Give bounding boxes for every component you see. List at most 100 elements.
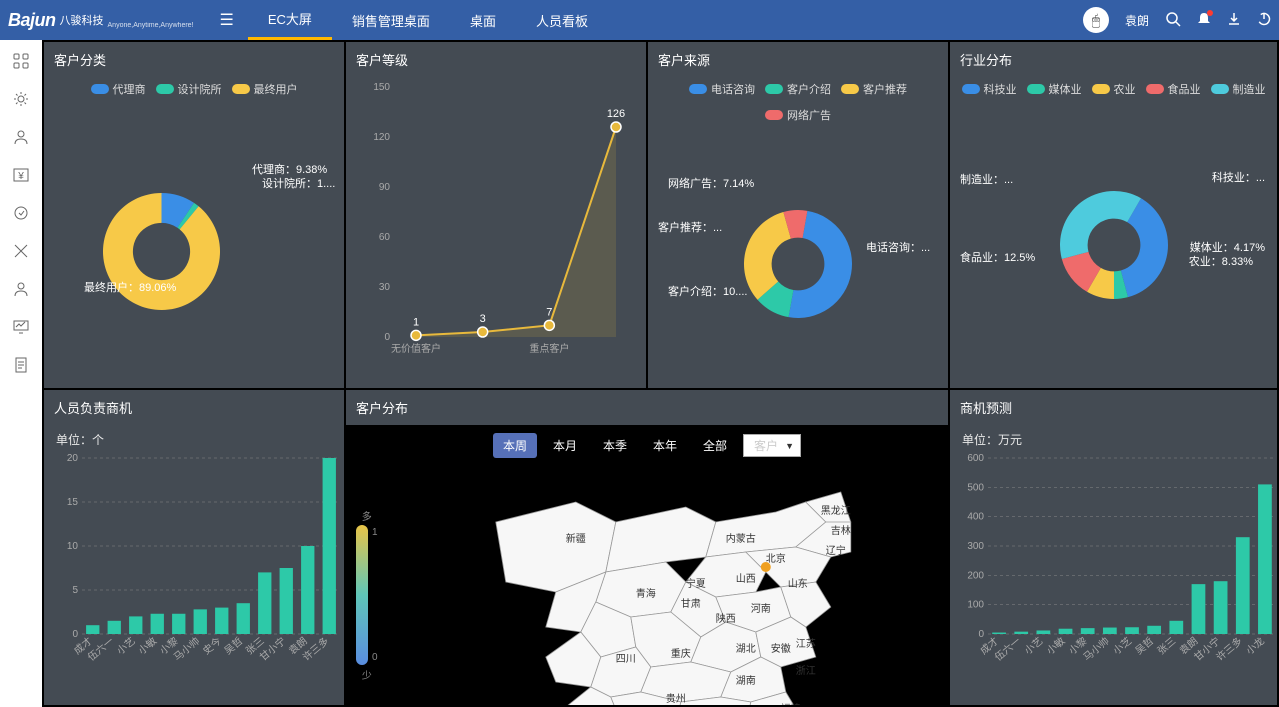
app-header: Bajun 八骏科技 Anyone,Anytime,Anywhere! ☰ EC… <box>0 0 1279 40</box>
map-body: 多 1 0 少 <box>346 462 948 705</box>
legend-item[interactable]: 设计院所 <box>156 81 222 97</box>
person2-icon[interactable] <box>12 280 30 298</box>
filter-quarter[interactable]: 本季 <box>593 433 637 458</box>
svg-text:浙江: 浙江 <box>796 665 816 677</box>
panel-forecast: 商机预测 单位：万元 0100200300400500600成才伍六一小艺小敏小… <box>950 390 1277 705</box>
svg-text:15: 15 <box>67 497 79 508</box>
panel-title: 客户分类 <box>44 42 344 77</box>
svg-text:126: 126 <box>607 108 625 120</box>
tab-desktop[interactable]: 桌面 <box>450 0 516 40</box>
svg-text:500: 500 <box>967 482 984 493</box>
slice-label: 客户介绍：10.... <box>668 283 747 299</box>
power-icon[interactable] <box>1257 12 1271 29</box>
legend-item[interactable]: 制造业 <box>1211 81 1266 97</box>
map-filters: 本周 本月 本季 本年 全部 客户 <box>346 425 948 462</box>
legend-item[interactable]: 农业 <box>1092 81 1136 97</box>
svg-text:小敏: 小敏 <box>1044 634 1068 657</box>
legend-item[interactable]: 电话咨询 <box>689 81 755 97</box>
svg-text:小芝: 小芝 <box>1110 634 1134 657</box>
nav-tabs: EC大屏 销售管理桌面 桌面 人员看板 <box>248 0 608 40</box>
panel-title: 人员负责商机 <box>44 390 344 425</box>
slice-label: 电话咨询：... <box>866 239 930 255</box>
svg-text:山西: 山西 <box>736 573 756 585</box>
gear-icon[interactable] <box>12 90 30 108</box>
svg-text:吴哲: 吴哲 <box>222 635 245 657</box>
bell-icon[interactable] <box>1197 12 1211 29</box>
gradient-legend: 多 1 0 少 <box>356 506 378 684</box>
svg-text:宁夏: 宁夏 <box>686 577 706 590</box>
legend-item[interactable]: 最终用户 <box>232 81 298 97</box>
unit-label: 单位：个 <box>44 425 344 454</box>
svg-text:120: 120 <box>373 132 390 143</box>
map-type-select[interactable]: 客户 <box>743 434 801 457</box>
person-icon[interactable] <box>12 128 30 146</box>
legend-item[interactable]: 食品业 <box>1146 81 1201 97</box>
svg-text:90: 90 <box>379 182 391 193</box>
panel-title: 行业分布 <box>950 42 1277 77</box>
filter-month[interactable]: 本月 <box>543 433 587 458</box>
panel-title: 商机预测 <box>950 390 1277 425</box>
tools-icon[interactable] <box>12 242 30 260</box>
slice-label: 最终用户：89.06% <box>84 279 176 295</box>
legend-item[interactable]: 代理商 <box>91 81 146 97</box>
svg-text:300: 300 <box>967 541 984 552</box>
panel-title: 客户来源 <box>648 42 948 77</box>
legend-item[interactable]: 网络广告 <box>765 107 831 123</box>
logo-main: Bajun <box>8 10 56 31</box>
svg-text:400: 400 <box>967 512 984 523</box>
bar-chart: 05101520成才伍六一小艺小敏小黎马小帅史今吴哲张三甘小宁袁朗许三多 <box>44 454 344 705</box>
monitor-icon[interactable] <box>12 318 30 336</box>
download-icon[interactable] <box>1227 12 1241 29</box>
filter-week[interactable]: 本周 <box>493 433 537 458</box>
bar-chart: 0100200300400500600成才伍六一小艺小敏小黎马小帅小芝吴哲张三袁… <box>950 454 1277 705</box>
line-chart: 0306090120150137126无价值客户重点客户 <box>346 77 646 388</box>
svg-text:甘肃: 甘肃 <box>681 597 701 610</box>
svg-text:张三: 张三 <box>1155 635 1178 657</box>
donut-chart: 网络广告：7.14% 电话咨询：... 客户推荐：... 客户介绍：10.... <box>648 127 948 388</box>
target-icon[interactable] <box>12 204 30 222</box>
svg-text:无价值客户: 无价值客户 <box>391 342 441 355</box>
china-map[interactable]: 新疆 内蒙古 黑龙江 吉林 辽宁 北京 山西 山东 河南 青海 宁夏 甘肃 陕西… <box>436 462 876 705</box>
svg-text:北京: 北京 <box>766 552 786 565</box>
svg-text:小艺: 小艺 <box>115 635 138 657</box>
svg-text:四川: 四川 <box>616 654 636 665</box>
legend-item[interactable]: 媒体业 <box>1027 81 1082 97</box>
menu-icon[interactable]: ☰ <box>220 10 234 30</box>
svg-text:30: 30 <box>379 282 391 293</box>
money-icon[interactable]: ¥ <box>12 166 30 184</box>
filter-all[interactable]: 全部 <box>693 433 737 458</box>
svg-text:小艺: 小艺 <box>1022 635 1045 657</box>
svg-text:小敏: 小敏 <box>136 634 160 657</box>
panel-customer-level: 客户等级 0306090120150137126无价值客户重点客户 <box>346 42 646 388</box>
svg-text:马小帅: 马小帅 <box>1080 634 1111 663</box>
tab-ec[interactable]: EC大屏 <box>248 0 332 40</box>
tab-sales[interactable]: 销售管理桌面 <box>332 0 450 40</box>
svg-text:湖南: 湖南 <box>736 674 756 687</box>
avatar[interactable]: 🖱 <box>1083 7 1109 33</box>
svg-text:安徽: 安徽 <box>771 642 791 655</box>
panel-customer-category: 客户分类 代理商 设计院所 最终用户 代理商：9.38% 设计院所：1.... … <box>44 42 344 388</box>
search-icon[interactable] <box>1165 11 1181 30</box>
doc-icon[interactable] <box>12 356 30 374</box>
svg-text:200: 200 <box>967 570 984 581</box>
dashboard: 客户分类 代理商 设计院所 最终用户 代理商：9.38% 设计院所：1.... … <box>42 40 1279 707</box>
svg-text:600: 600 <box>967 454 984 464</box>
slice-label: 制造业：... <box>960 171 1013 187</box>
legend-item[interactable]: 客户介绍 <box>765 81 831 97</box>
svg-text:0: 0 <box>72 629 78 640</box>
svg-text:0: 0 <box>978 629 984 640</box>
donut-chart: 代理商：9.38% 设计院所：1.... 最终用户：89.06% <box>44 101 344 388</box>
svg-text:吴哲: 吴哲 <box>1133 635 1156 657</box>
unit-label: 单位：万元 <box>950 425 1277 454</box>
legend-item[interactable]: 客户推荐 <box>841 81 907 97</box>
svg-text:青海: 青海 <box>636 587 656 600</box>
tab-people[interactable]: 人员看板 <box>516 0 608 40</box>
legend-item[interactable]: 科技业 <box>962 81 1017 97</box>
svg-text:10: 10 <box>67 541 79 552</box>
header-right: 🖱 袁朗 <box>1083 7 1271 33</box>
filter-year[interactable]: 本年 <box>643 433 687 458</box>
grid-icon[interactable] <box>12 52 30 70</box>
left-rail: ¥ <box>0 40 42 707</box>
user-name: 袁朗 <box>1125 12 1149 29</box>
svg-text:黑龙江: 黑龙江 <box>821 504 851 517</box>
